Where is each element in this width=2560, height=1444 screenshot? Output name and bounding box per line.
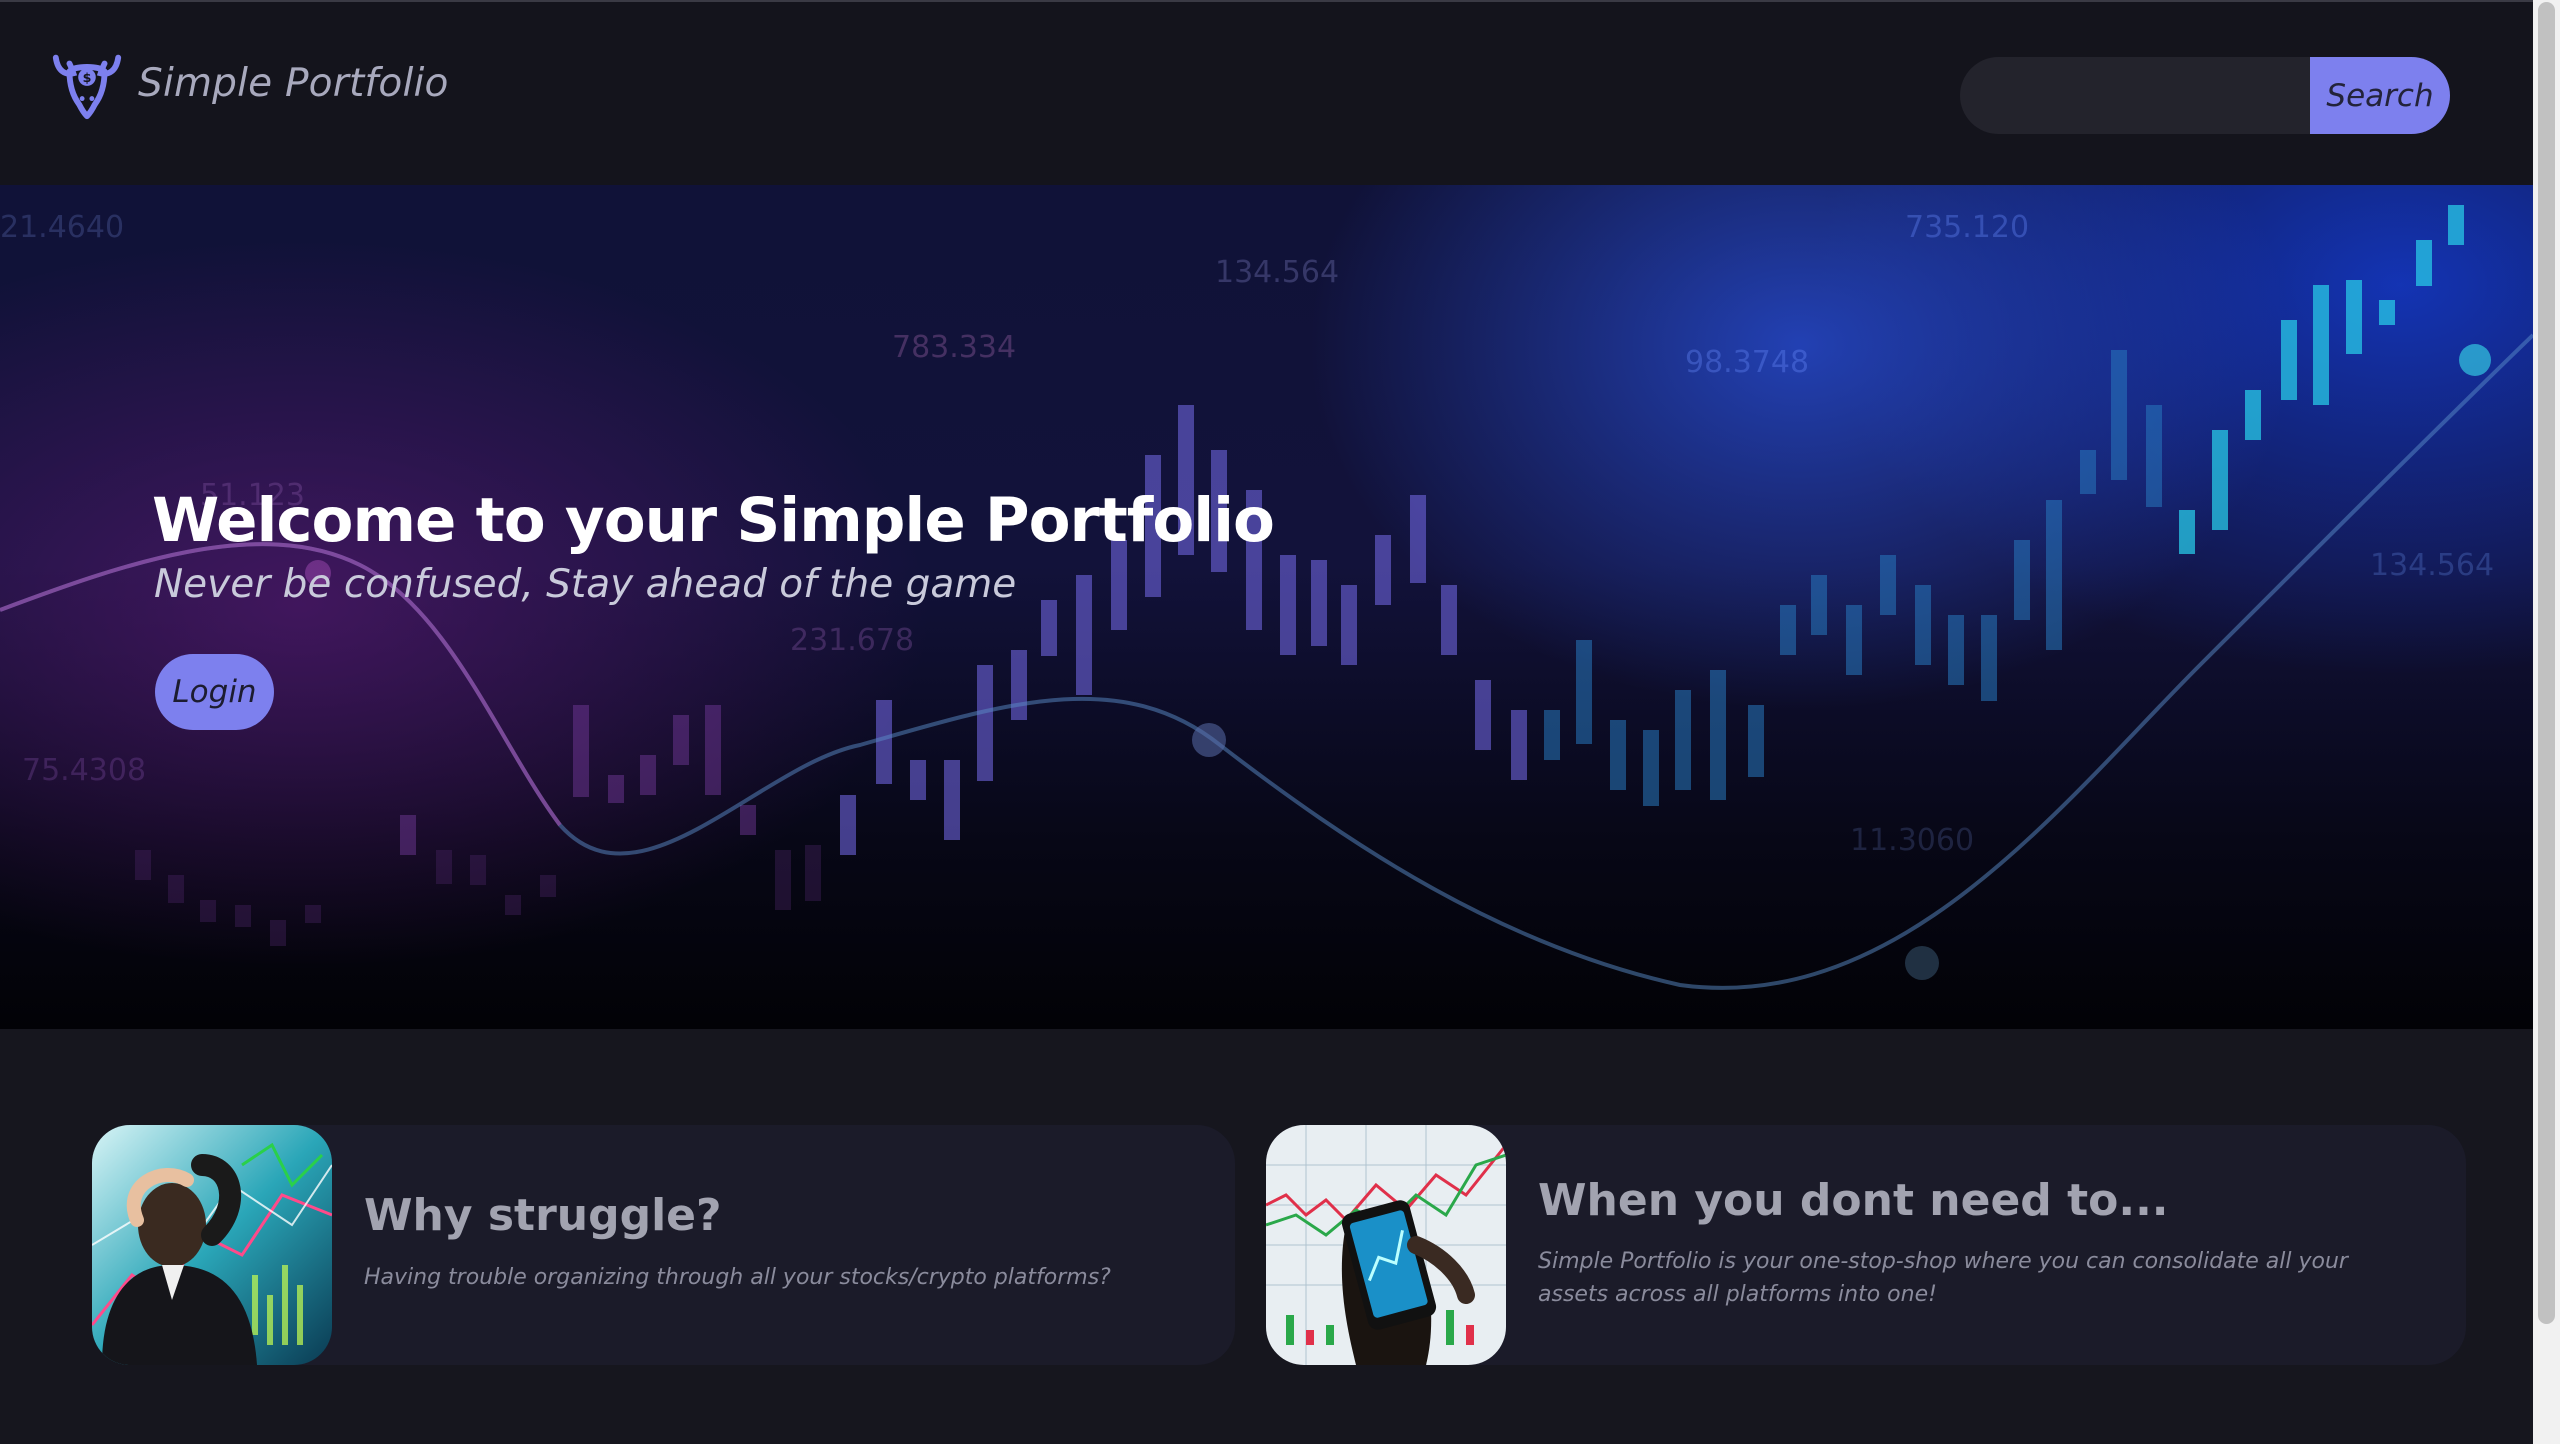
chart-candle xyxy=(505,895,521,915)
chart-candle xyxy=(135,850,151,880)
stock-chart-background: 735.120 134.564 783.334 98.3748 231.678 … xyxy=(0,205,2533,990)
chart-candle xyxy=(608,775,624,803)
svg-text:$: $ xyxy=(83,70,92,85)
chart-candle xyxy=(573,705,589,797)
chart-candle xyxy=(876,700,892,784)
chart-candle xyxy=(775,850,791,910)
chart-candle xyxy=(2379,300,2395,325)
chart-candle xyxy=(270,920,286,946)
chart-candle xyxy=(910,760,926,800)
chart-candle xyxy=(805,845,821,901)
chart-candle xyxy=(1811,575,1827,635)
bg-number: 134.564 xyxy=(1215,255,1339,290)
chart-candle xyxy=(540,875,556,897)
chart-candle xyxy=(1880,555,1896,615)
chart-candle xyxy=(1041,600,1057,656)
hero-title: Welcome to your Simple Portfolio xyxy=(152,485,1275,556)
chart-candle xyxy=(2046,500,2062,650)
chart-candle xyxy=(400,815,416,855)
bg-number: 98.3748 xyxy=(1685,345,1809,380)
chart-candle xyxy=(2346,280,2362,354)
chart-candle xyxy=(944,760,960,840)
chart-candle xyxy=(740,805,756,835)
chart-candle xyxy=(2416,240,2432,286)
hero-subtitle: Never be confused, Stay ahead of the gam… xyxy=(154,562,1017,607)
hero-banner: 735.120 134.564 783.334 98.3748 231.678 … xyxy=(0,185,2533,1029)
vertical-scrollbar[interactable] xyxy=(2533,0,2560,1444)
chart-candle xyxy=(1780,605,1796,655)
chart-candle xyxy=(840,795,856,855)
chart-candle xyxy=(705,705,721,795)
chart-candle xyxy=(2179,510,2195,554)
card-text: Having trouble organizing through all yo… xyxy=(364,1265,1111,1290)
chart-candle xyxy=(1511,710,1527,780)
card-text: Simple Portfolio is your one-stop-shop w… xyxy=(1538,1249,2348,1307)
chart-candle xyxy=(1441,585,1457,655)
chart-candle xyxy=(2080,450,2096,494)
chart-candle xyxy=(168,875,184,903)
chart-candle xyxy=(2313,285,2329,405)
bg-number: 735.120 xyxy=(1905,210,2029,245)
chart-candle xyxy=(1544,710,1560,760)
chart-candle xyxy=(1341,585,1357,665)
brand-name: Simple Portfolio xyxy=(138,60,449,106)
card-title: Why struggle? xyxy=(364,1190,722,1241)
chart-candle xyxy=(1710,670,1726,800)
card-title: When you dont need to... xyxy=(1538,1175,2169,1226)
chart-candle xyxy=(470,855,486,885)
hero-text: Welcome to your Simple Portfolio Never b… xyxy=(152,485,1275,607)
bg-number: 75.4308 xyxy=(22,753,146,788)
feature-card-consolidate: When you dont need to... Simple Portfoli… xyxy=(1266,1125,2466,1365)
chart-candle xyxy=(2146,405,2162,507)
chart-candle xyxy=(1748,705,1764,777)
chart-candle xyxy=(1981,615,1997,701)
chart-candle xyxy=(1948,615,1964,685)
chart-candle xyxy=(1643,730,1659,806)
chart-candle xyxy=(436,850,452,884)
chart-candle xyxy=(1675,690,1691,790)
chart-candle xyxy=(2448,205,2464,245)
chart-candle xyxy=(1375,535,1391,605)
search-form: Search xyxy=(1960,57,2450,134)
chart-candle xyxy=(673,715,689,765)
chart-candle xyxy=(1915,585,1931,665)
chart-candle xyxy=(1311,560,1327,646)
chart-candle xyxy=(305,905,321,923)
chart-candle xyxy=(1610,720,1626,790)
feature-card-struggle: Why struggle? Having trouble organizing … xyxy=(92,1125,1235,1365)
top-navbar: $ Simple Portfolio Search xyxy=(0,2,2533,185)
chart-candle xyxy=(200,900,216,922)
chart-candle xyxy=(1576,640,1592,744)
bull-dollar-icon: $ xyxy=(52,54,122,120)
search-button[interactable]: Search xyxy=(2310,57,2450,134)
chart-candle xyxy=(1410,495,1426,583)
scrollbar-thumb[interactable] xyxy=(2538,2,2555,1324)
chart-candle xyxy=(1280,555,1296,655)
chart-candle xyxy=(1846,605,1862,675)
bg-number: 134.564 xyxy=(2370,548,2494,583)
chart-candle xyxy=(977,665,993,781)
chart-candle xyxy=(1475,680,1491,750)
login-button[interactable]: Login xyxy=(155,654,274,730)
chart-candle xyxy=(640,755,656,795)
chart-candle xyxy=(2014,540,2030,620)
bg-number: 231.678 xyxy=(790,623,914,658)
stressed-businessman-image xyxy=(92,1125,332,1365)
bg-number: 783.334 xyxy=(892,330,1016,365)
chart-candle xyxy=(235,905,251,927)
bg-number: 21.4640 xyxy=(0,210,124,245)
search-input[interactable] xyxy=(1960,57,2326,134)
chart-candle xyxy=(2212,430,2228,530)
chart-candle xyxy=(1011,650,1027,720)
bg-number: 11.3060 xyxy=(1850,823,1974,858)
chart-candle xyxy=(2281,320,2297,400)
brand[interactable]: $ Simple Portfolio xyxy=(48,44,449,122)
chart-candle xyxy=(2245,390,2261,440)
chart-candle xyxy=(2111,350,2127,480)
phone-trading-chart-image xyxy=(1266,1125,1506,1365)
